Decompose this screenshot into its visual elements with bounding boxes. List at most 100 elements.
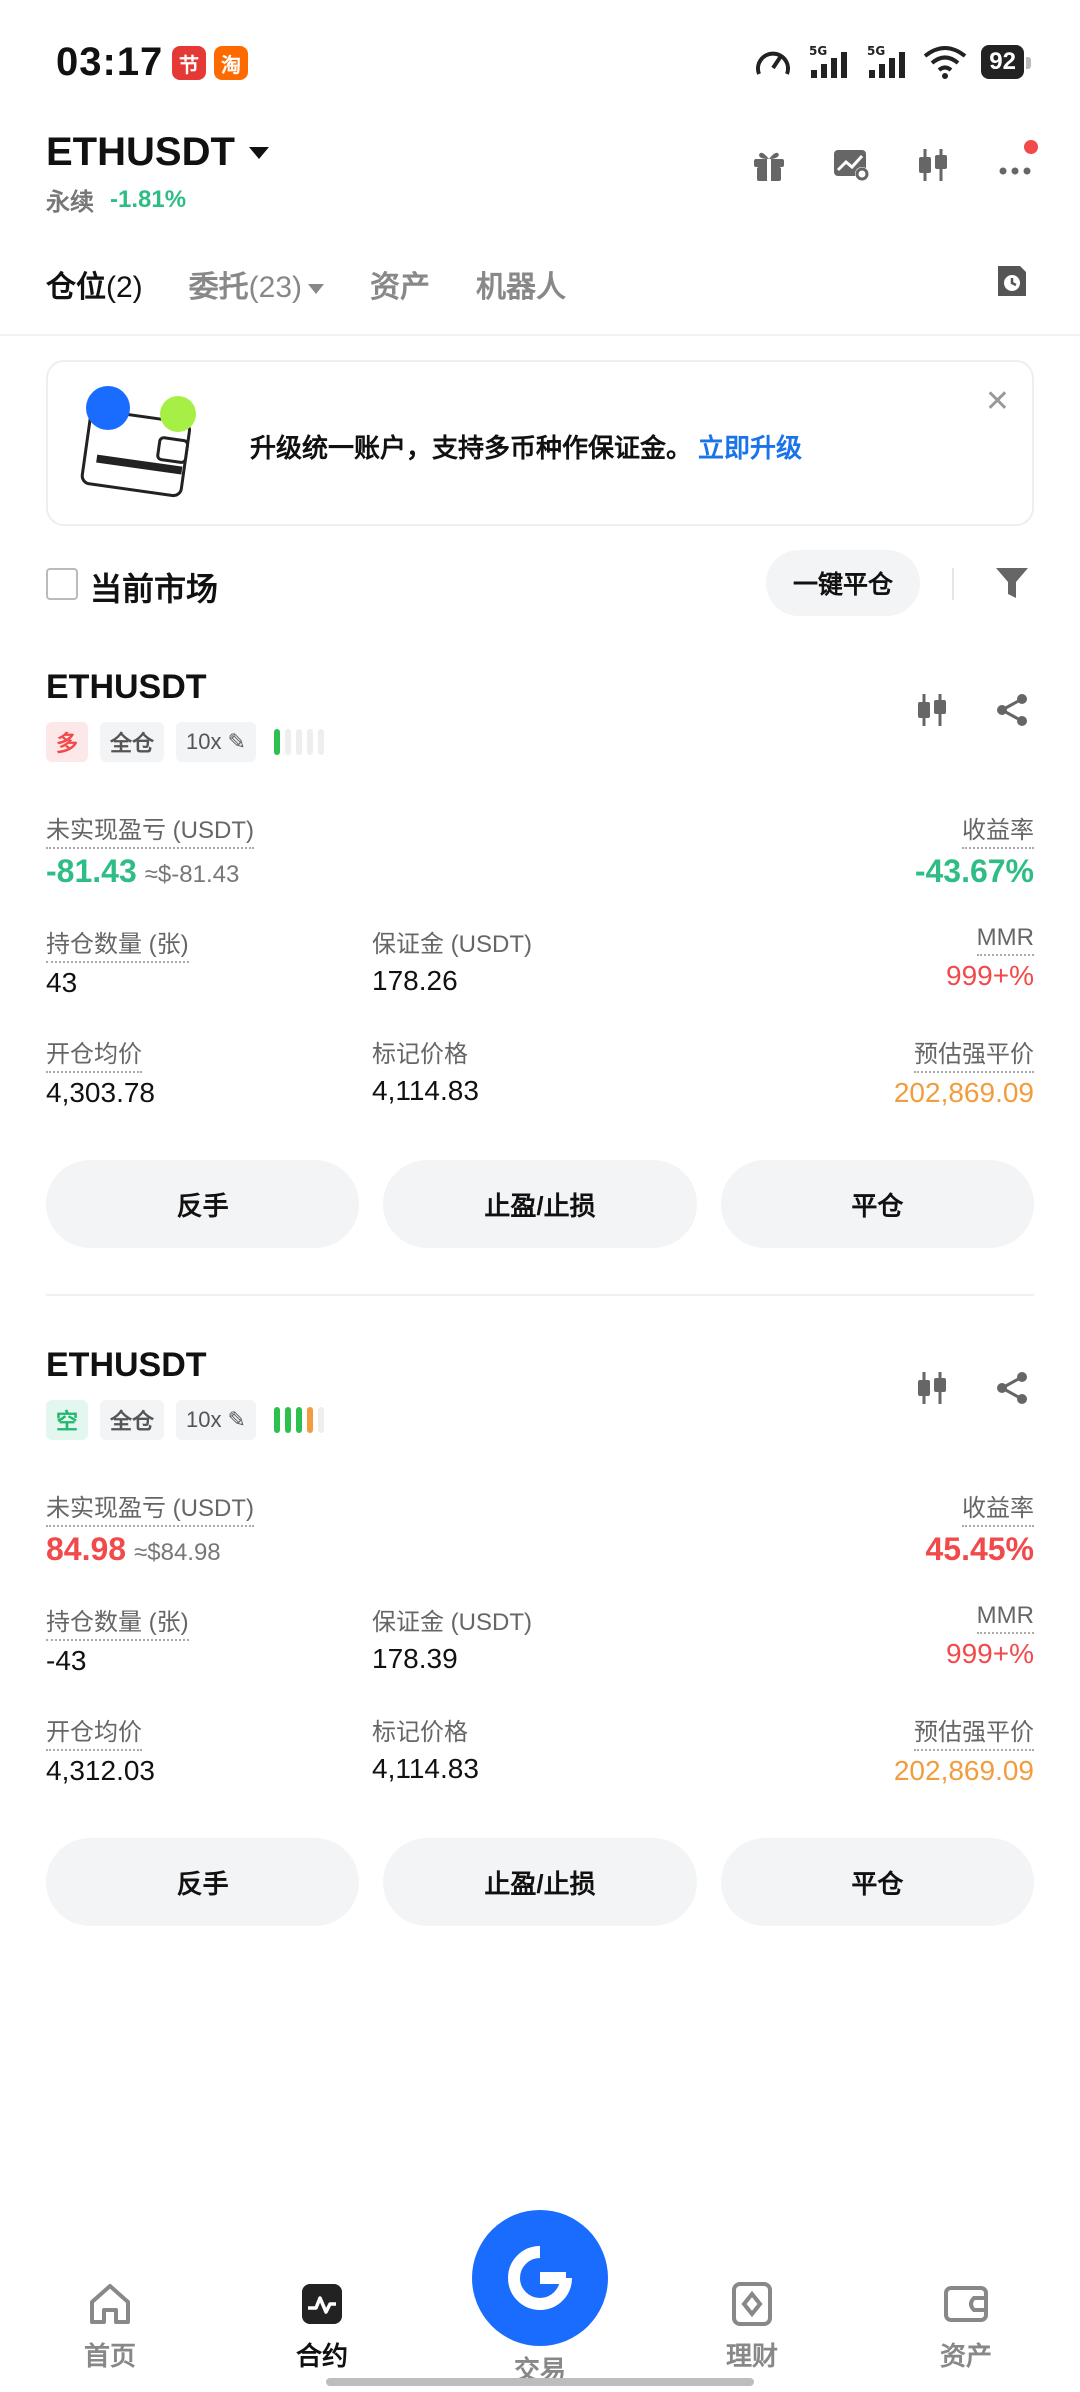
chevron-down-icon <box>308 284 325 295</box>
position-card: ETHUSDT 多 全仓 10x ✎ 未实现盈亏 (USDT) -81.43 ≈$-… <box>46 662 1034 1272</box>
mmr-label: MMR <box>976 924 1034 956</box>
position-size-value: 43 <box>46 967 78 998</box>
position-actions: 反手 止盈/止损 平仓 <box>46 1160 1034 1248</box>
chevron-down-icon <box>248 146 269 159</box>
unrealized-pnl-usd: ≈$84.98 <box>134 1539 221 1566</box>
liq-price-label: 预估强平价 <box>914 1712 1034 1751</box>
position-size-label: 持仓数量 (张) <box>46 924 189 963</box>
gift-icon[interactable] <box>750 146 788 184</box>
margin-mode-badge: 全仓 <box>100 1400 165 1440</box>
candlestick-icon[interactable] <box>914 146 952 184</box>
earn-icon <box>732 2282 772 2326</box>
taobao-notification-icon: 淘 <box>214 46 248 80</box>
nav-futures[interactable]: 合约 <box>262 2280 382 2373</box>
side-badge: 多 <box>46 722 89 762</box>
risk-bar <box>317 1407 324 1433</box>
more-icon[interactable] <box>996 140 1038 184</box>
margin-label: 保证金 (USDT) <box>372 1609 532 1636</box>
home-indicator[interactable] <box>326 2378 754 2386</box>
wifi-icon <box>924 46 967 79</box>
share-icon[interactable] <box>994 1370 1030 1406</box>
unrealized-pnl-value: 84.98 <box>46 1531 127 1567</box>
divider <box>46 1294 1034 1296</box>
entry-price-field: 开仓均价 4,303.78 <box>46 1034 155 1109</box>
margin-label: 保证金 (USDT) <box>372 931 532 958</box>
position-symbol: ETHUSDT <box>46 668 207 706</box>
entry-price-label: 开仓均价 <box>46 1712 142 1751</box>
risk-bar <box>295 729 302 755</box>
card-actions <box>914 1370 1030 1406</box>
risk-bar <box>273 1407 280 1433</box>
candlestick-icon[interactable] <box>914 1370 950 1406</box>
unrealized-pnl-value: -81.43 <box>46 853 137 889</box>
unrealized-pnl-usd: ≈$-81.43 <box>144 861 240 888</box>
upgrade-banner[interactable]: 升级统一账户，支持多币种作保证金。 立即升级 ✕ <box>46 360 1034 526</box>
trade-icon <box>508 2246 572 2310</box>
home-icon <box>90 2284 130 2324</box>
position-size-field: 持仓数量 (张) -43 <box>46 1602 189 1677</box>
header-actions <box>750 140 1038 184</box>
roe-field: 收益率 -43.67% <box>915 810 1034 890</box>
liq-price-value: 202,869.09 <box>893 1077 1034 1108</box>
roe-value: 45.45% <box>925 1531 1034 1567</box>
tab-bots[interactable]: 机器人 <box>476 262 566 306</box>
bottom-nav: 首页 合约 交易 理财 资产 <box>0 2210 1080 2392</box>
speedometer-icon <box>756 51 791 75</box>
nav-home[interactable]: 首页 <box>50 2280 170 2373</box>
position-card: ETHUSDT 空 全仓 10x ✎ 未实现盈亏 (USDT) 84.98 ≈$84… <box>46 1340 1034 1940</box>
entry-price-field: 开仓均价 4,312.03 <box>46 1712 155 1787</box>
signal-5g-icon: 5G <box>809 44 848 78</box>
symbol-selector[interactable]: ETHUSDT <box>46 130 269 175</box>
tab-orders[interactable]: 委托(23) <box>189 262 325 306</box>
tp-sl-button[interactable]: 止盈/止损 <box>383 1838 697 1926</box>
reverse-button[interactable]: 反手 <box>46 1838 360 1926</box>
close-position-button[interactable]: 平仓 <box>720 1838 1034 1926</box>
unrealized-pnl-label: 未实现盈亏 (USDT) <box>46 1488 254 1527</box>
leverage-button[interactable]: 10x ✎ <box>176 722 256 762</box>
position-tags: 空 全仓 10x ✎ <box>46 1400 324 1440</box>
position-size-value: -43 <box>46 1645 87 1676</box>
risk-bar <box>273 729 280 755</box>
wallet-illustration <box>80 386 196 498</box>
close-all-button[interactable]: 一键平仓 <box>766 550 920 616</box>
reverse-button[interactable]: 反手 <box>46 1160 360 1248</box>
nav-earn[interactable]: 理财 <box>692 2280 812 2373</box>
mark-price-value: 4,114.83 <box>372 1753 479 1784</box>
close-icon[interactable]: ✕ <box>985 384 1010 419</box>
nav-assets[interactable]: 资产 <box>906 2280 1026 2373</box>
mark-price-label: 标记价格 <box>372 1041 468 1068</box>
entry-price-value: 4,312.03 <box>46 1755 155 1786</box>
mmr-field: MMR 999+% <box>946 924 1034 992</box>
battery-indicator: 92 <box>981 45 1031 79</box>
risk-level-indicator <box>273 729 324 755</box>
history-icon[interactable] <box>994 262 1030 300</box>
candlestick-icon[interactable] <box>914 692 950 728</box>
position-size-field: 持仓数量 (张) 43 <box>46 924 189 999</box>
position-tags: 多 全仓 10x ✎ <box>46 722 324 762</box>
tab-positions[interactable]: 仓位(2) <box>46 262 143 306</box>
unrealized-pnl-field: 未实现盈亏 (USDT) -81.43 ≈$-81.43 <box>46 810 254 890</box>
chart-settings-icon[interactable] <box>832 146 870 184</box>
margin-mode-badge: 全仓 <box>100 722 165 762</box>
leverage-button[interactable]: 10x ✎ <box>176 1400 256 1440</box>
nav-trade[interactable]: 交易 <box>470 2210 610 2387</box>
risk-bar <box>295 1407 302 1433</box>
signal-5g-icon-2: 5G <box>867 44 906 78</box>
tab-assets[interactable]: 资产 <box>370 262 430 306</box>
mmr-field: MMR 999+% <box>946 1602 1034 1670</box>
risk-bar <box>306 729 313 755</box>
margin-field: 保证金 (USDT) 178.39 <box>372 1602 532 1675</box>
svg-text:5G: 5G <box>867 44 885 58</box>
close-position-button[interactable]: 平仓 <box>720 1160 1034 1248</box>
divider <box>952 568 954 600</box>
margin-field: 保证金 (USDT) 178.26 <box>372 924 532 997</box>
upgrade-link[interactable]: 立即升级 <box>698 433 802 463</box>
filter-icon[interactable] <box>994 564 1030 602</box>
tp-sl-button[interactable]: 止盈/止损 <box>383 1160 697 1248</box>
mark-price-field: 标记价格 4,114.83 <box>372 1712 479 1785</box>
liq-price-field: 预估强平价 202,869.09 <box>894 1712 1034 1787</box>
current-market-checkbox[interactable] <box>46 568 78 600</box>
futures-icon <box>302 2284 342 2324</box>
margin-value: 178.39 <box>372 1643 458 1674</box>
share-icon[interactable] <box>994 692 1030 728</box>
